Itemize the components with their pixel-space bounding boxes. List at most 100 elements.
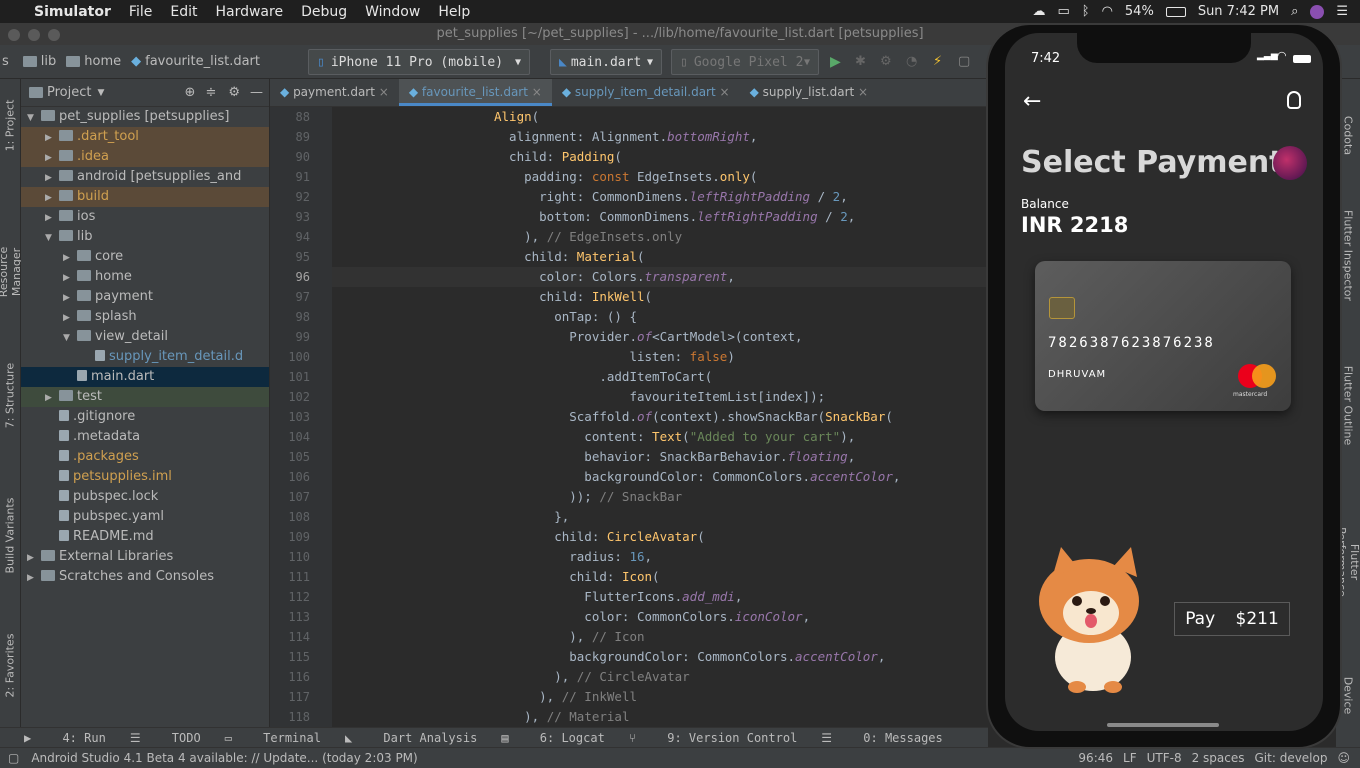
emulator-selector[interactable]: ▯ Google Pixel 2 ▼	[671, 49, 819, 75]
code-line[interactable]: Scaffold.of(context).showSnackBar(SnackB…	[332, 407, 988, 427]
close-icon[interactable]: ×	[379, 85, 389, 99]
status-message[interactable]: Android Studio 4.1 Beta 4 available: // …	[31, 751, 417, 765]
tree-item[interactable]: main.dart	[21, 367, 269, 387]
tool-tab-run[interactable]: ▶ 4: Run	[24, 731, 106, 745]
tree-item[interactable]: ▶ payment	[21, 287, 269, 307]
notification-center-icon[interactable]: ☰	[1336, 4, 1348, 19]
tool-tab-build-variants[interactable]: Build Variants	[4, 486, 17, 586]
file-encoding[interactable]: UTF-8	[1147, 751, 1182, 765]
chevron-down-icon[interactable]: ▼	[97, 88, 104, 98]
payment-card[interactable]: 7826387623876238 DHRUVAM mastercard	[1035, 261, 1291, 411]
hide-icon[interactable]: —	[250, 85, 263, 100]
line-number-gutter[interactable]: 88 89 90 91 92 93 94 95 96 97 98 99 100 101 102 103 104 1…	[270, 107, 332, 727]
breadcrumb-file[interactable]: favourite_list.dart	[145, 54, 260, 69]
tree-item[interactable]: .gitignore	[21, 407, 269, 427]
code-line[interactable]: child: CircleAvatar(	[332, 527, 988, 547]
run-config-selector[interactable]: ◣ main.dart ▼	[550, 49, 662, 75]
breadcrumb-home[interactable]: home	[84, 54, 121, 69]
tool-tab-todo[interactable]: ☰ TODO	[130, 731, 201, 745]
tool-tab-logcat[interactable]: ▤ 6: Logcat	[501, 731, 604, 745]
git-branch[interactable]: Git: develop	[1255, 751, 1328, 765]
chevron-right-icon[interactable]: ▶	[45, 128, 59, 148]
chevron-right-icon[interactable]: ▶	[63, 248, 77, 268]
menubar-clock[interactable]: Sun 7:42 PM	[1198, 4, 1279, 19]
tree-item[interactable]: ▶ .idea	[21, 147, 269, 167]
tool-tab-device[interactable]: Device	[1342, 646, 1355, 746]
chevron-right-icon[interactable]: ▶	[27, 568, 41, 588]
menu-app-name[interactable]: Simulator	[34, 4, 111, 20]
display-icon[interactable]: ▭	[1057, 4, 1069, 19]
tool-tab-flutter-inspector[interactable]: Flutter Inspector	[1342, 206, 1355, 306]
close-window-button[interactable]	[8, 29, 20, 41]
tree-item[interactable]: ▼ pet_supplies [petsupplies]	[21, 107, 269, 127]
close-icon[interactable]: ×	[532, 85, 542, 99]
tree-item[interactable]: .metadata	[21, 427, 269, 447]
tool-tab-resource-manager[interactable]: Resource Manager	[0, 222, 23, 322]
indent-setting[interactable]: 2 spaces	[1192, 751, 1245, 765]
caret-position[interactable]: 96:46	[1078, 751, 1113, 765]
code-line[interactable]: backgroundColor: CommonColors.accentColo…	[332, 647, 988, 667]
code-line[interactable]: alignment: Alignment.bottomRight,	[332, 127, 988, 147]
menu-file[interactable]: File	[129, 4, 152, 20]
chevron-right-icon[interactable]: ▶	[45, 168, 59, 188]
code-line[interactable]: },	[332, 507, 988, 527]
code-area[interactable]: Align( alignment: Alignment.bottomRight,…	[332, 107, 988, 727]
tool-tab-messages[interactable]: ☰ 0: Messages	[821, 731, 942, 745]
menu-window[interactable]: Window	[365, 4, 420, 20]
menu-help[interactable]: Help	[438, 4, 470, 20]
chevron-down-icon[interactable]: ▼	[63, 328, 77, 348]
tab-payment[interactable]: ◆ payment.dart ×	[270, 79, 399, 106]
code-line[interactable]: Provider.of<CartModel>(context,	[332, 327, 988, 347]
face-icon[interactable]: ☺	[1337, 751, 1350, 765]
tab-supply-list[interactable]: ◆ supply_list.dart ×	[740, 79, 879, 106]
tree-item[interactable]: ▼ lib	[21, 227, 269, 247]
chevron-right-icon[interactable]: ▶	[27, 548, 41, 568]
project-view-selector[interactable]: Project	[47, 85, 91, 100]
tool-tab-flutter-outline[interactable]: Flutter Outline	[1342, 356, 1355, 456]
tool-tab-version-control[interactable]: ⑂ 9: Version Control	[629, 731, 797, 745]
tree-item[interactable]: ▶ Scratches and Consoles	[21, 567, 269, 587]
tab-favourite-list[interactable]: ◆ favourite_list.dart ×	[398, 79, 552, 106]
close-icon[interactable]: ×	[858, 85, 868, 99]
user-avatar-icon[interactable]	[1310, 4, 1325, 19]
code-line[interactable]: child: Icon(	[332, 567, 988, 587]
code-line[interactable]: color: Colors.transparent,	[332, 267, 988, 287]
tree-item[interactable]: ▶ home	[21, 267, 269, 287]
tree-item[interactable]: ▶ core	[21, 247, 269, 267]
tree-item[interactable]: ▶ ios	[21, 207, 269, 227]
cloud-icon[interactable]: ☁	[1032, 4, 1045, 19]
tool-tab-codota[interactable]: Codota	[1342, 86, 1355, 186]
breadcrumb-lib[interactable]: lib	[41, 54, 56, 69]
code-line[interactable]: child: Material(	[332, 247, 988, 267]
code-line[interactable]: Align(	[332, 107, 988, 127]
home-indicator[interactable]	[1107, 723, 1219, 727]
tool-tab-favorites[interactable]: 2: Favorites	[4, 616, 17, 716]
run-icon[interactable]: ▶	[830, 54, 841, 70]
chevron-right-icon[interactable]: ▶	[45, 208, 59, 228]
tool-tab-terminal[interactable]: ▭ Terminal	[225, 731, 321, 745]
code-line[interactable]: ), // CircleAvatar	[332, 667, 988, 687]
collapse-icon[interactable]: ≑	[205, 85, 216, 100]
tree-item[interactable]: ▶ .dart_tool	[21, 127, 269, 147]
close-icon[interactable]: ×	[720, 85, 730, 99]
code-line[interactable]: ), // EdgeInsets.only	[332, 227, 988, 247]
tool-tab-dart-analysis[interactable]: ◣ Dart Analysis	[345, 731, 477, 745]
chevron-right-icon[interactable]: ▶	[63, 268, 77, 288]
bluetooth-icon[interactable]: ᛒ	[1082, 4, 1090, 19]
tree-item[interactable]: petsupplies.iml	[21, 467, 269, 487]
wifi-icon[interactable]: ◠	[1102, 4, 1113, 19]
code-line[interactable]: bottom: CommonDimens.leftRightPadding / …	[332, 207, 988, 227]
tree-item[interactable]: pubspec.yaml	[21, 507, 269, 527]
tool-tab-structure[interactable]: 7: Structure	[4, 346, 17, 446]
tab-supply-item-detail[interactable]: ◆ supply_item_detail.dart ×	[552, 79, 740, 106]
battery-icon[interactable]	[1165, 6, 1186, 17]
device-manager-icon[interactable]: ▢	[958, 54, 970, 69]
pay-button[interactable]: Pay $211	[1174, 602, 1290, 636]
tool-tab-project[interactable]: 1: Project	[4, 76, 17, 176]
status-toggle-icon[interactable]: ▢	[8, 751, 19, 765]
chevron-right-icon[interactable]: ▶	[45, 388, 59, 408]
code-line[interactable]: FlutterIcons.add_mdi,	[332, 587, 988, 607]
tree-item[interactable]: ▶ splash	[21, 307, 269, 327]
code-line[interactable]: padding: const EdgeInsets.only(	[332, 167, 988, 187]
back-arrow-icon[interactable]: ←	[1023, 89, 1041, 114]
